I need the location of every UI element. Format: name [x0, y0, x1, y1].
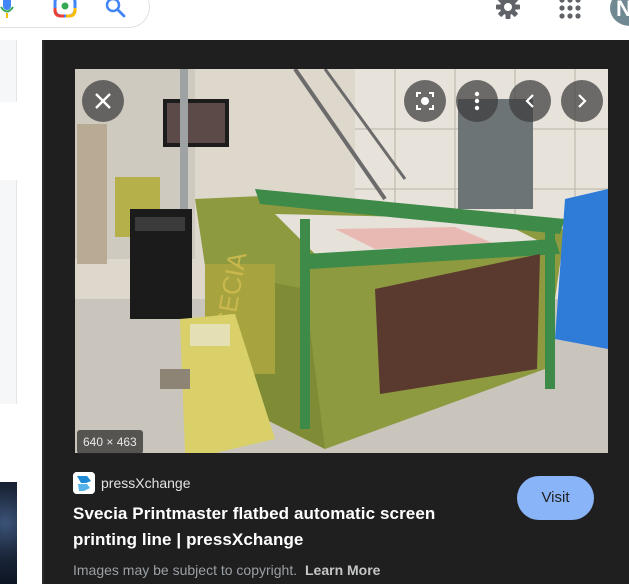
top-bar: N — [0, 0, 629, 40]
more-vert-icon — [474, 91, 480, 111]
mic-icon[interactable] — [0, 0, 14, 18]
chevron-left-icon — [525, 94, 534, 108]
more-options-button[interactable] — [456, 80, 498, 122]
source-name[interactable]: pressXchange — [101, 475, 191, 491]
gear-icon[interactable] — [494, 0, 522, 22]
lens-search-icon — [416, 92, 434, 110]
search-icon[interactable] — [104, 0, 126, 20]
panel-divider — [42, 40, 44, 584]
next-image-button[interactable] — [561, 80, 603, 122]
lens-search-button[interactable] — [404, 80, 446, 122]
image-title[interactable]: Svecia Printmaster flatbed automatic scr… — [73, 501, 493, 553]
preview-image[interactable]: SECIA — [75, 69, 608, 453]
copyright-text: Images may be subject to copyright. — [73, 562, 298, 578]
copyright-notice: Images may be subject to copyright. Lear… — [73, 562, 380, 578]
close-button[interactable] — [82, 80, 124, 122]
lens-icon[interactable] — [52, 0, 78, 20]
image-dimensions-badge: 640 × 463 — [77, 430, 143, 454]
visit-button[interactable]: Visit — [517, 476, 594, 520]
result-thumbnail[interactable] — [0, 482, 17, 584]
close-icon — [95, 93, 111, 109]
avatar[interactable]: N — [610, 0, 629, 26]
learn-more-link[interactable]: Learn More — [305, 562, 380, 578]
previous-image-button[interactable] — [509, 80, 551, 122]
apps-icon[interactable] — [558, 0, 582, 20]
source-favicon-icon — [73, 472, 95, 494]
result-card[interactable] — [0, 40, 17, 102]
chevron-right-icon — [578, 94, 587, 108]
result-card[interactable] — [0, 180, 17, 404]
